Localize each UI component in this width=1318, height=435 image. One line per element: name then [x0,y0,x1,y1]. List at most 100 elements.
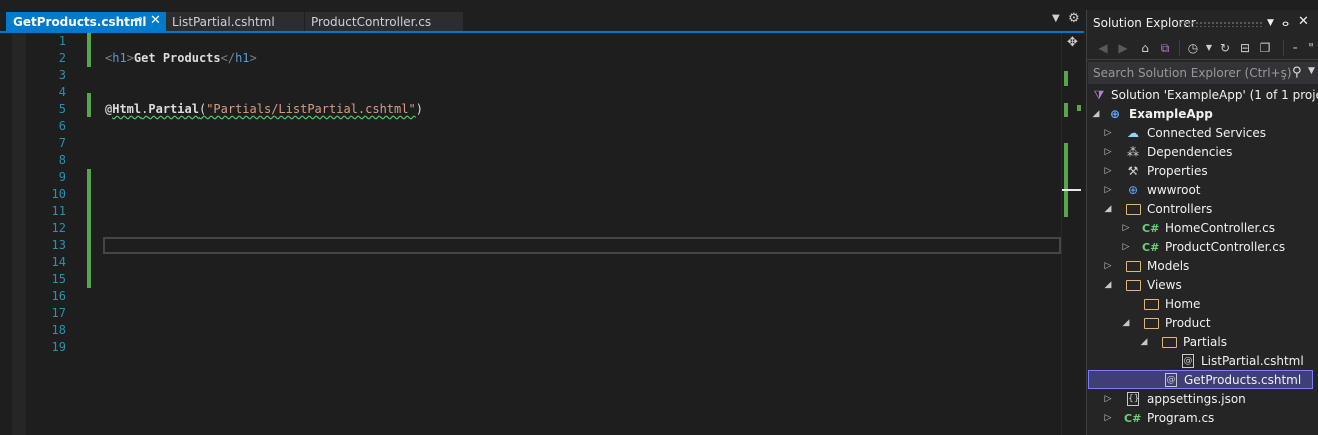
tree-item-homecontroller[interactable]: ▷ C# HomeController.cs [1087,219,1318,238]
properties-icon: ⚒ [1127,164,1139,178]
tree-item-dependencies[interactable]: ▷ ⁂ Dependencies [1087,143,1318,162]
tab-overflow-dropdown-icon[interactable]: ▼ [1052,13,1060,24]
expanded-arrow-icon[interactable]: ◢ [1103,200,1113,219]
line-number-gutter: 1 2 3 4 5 6 7 8 9 10 11 12 13 14 15 16 1… [26,33,74,435]
tree-item-wwwroot[interactable]: ▷ ⊕ wwwroot [1087,181,1318,200]
tree-item-label: Program.cs [1147,411,1215,425]
collapsed-arrow-icon[interactable]: ▷ [1103,143,1113,162]
refresh-icon[interactable]: ↻ [1217,40,1233,56]
collapsed-arrow-icon[interactable]: ▷ [1103,409,1113,428]
dependencies-icon: ⁂ [1127,145,1139,159]
pin-icon[interactable]: ⊸ [134,14,146,28]
csharp-file-icon: C# [1142,222,1160,235]
drag-grip[interactable] [1179,21,1263,27]
tree-item-label: Models [1147,259,1190,273]
tree-item-home-folder[interactable]: Home [1087,295,1318,314]
tree-item-label: ExampleApp [1129,107,1213,121]
line-number: 7 [58,136,66,150]
tree-item-controllers[interactable]: ◢ Controllers [1087,200,1318,219]
tree-item-label: GetProducts.cshtml [1184,373,1302,387]
dropdown-icon[interactable]: ▼ [1267,18,1274,28]
vertical-scrollbar[interactable]: ✥ [1061,33,1082,435]
csharp-file-icon: C# [1142,241,1160,254]
tree-item-appsettings[interactable]: ▷ {} appsettings.json [1087,390,1318,409]
line-number: 1 [58,34,66,48]
scrollbar-change-mark [1064,71,1068,86]
split-window-icon[interactable]: ✥ [1065,35,1080,50]
tree-item-project[interactable]: ◢ ⊕ ExampleApp [1087,105,1318,124]
razor-string: "Partials/ListPartial.cshtml" [206,102,416,116]
line-number: 12 [51,221,66,235]
pending-changes-filter-icon[interactable]: ◷ [1185,40,1201,56]
collapsed-arrow-icon[interactable]: ▷ [1103,257,1113,276]
change-indicator [87,33,91,67]
more-icon[interactable]: " [1303,40,1318,56]
line-number: 13 [51,238,66,252]
line-number: 18 [51,323,66,337]
scrollbar-caret-mark [1062,189,1081,191]
solution-explorer-title-bar[interactable]: Solution Explorer ▼ ⴰ ✕ [1087,13,1318,33]
close-icon[interactable]: ✕ [1298,14,1309,29]
collapsed-arrow-icon[interactable]: ▷ [1121,238,1131,257]
tree-item-solution[interactable]: ⧩ Solution 'ExampleApp' (1 of 1 project) [1087,86,1318,105]
tree-item-label: Controllers [1147,202,1213,216]
html-tag: h1 [112,51,127,65]
razor-method: Partial [148,102,199,116]
search-input[interactable]: Search Solution Explorer (Ctrl+ş) ⚲ ▼ [1088,62,1318,84]
tree-item-models[interactable]: ▷ Models [1087,257,1318,276]
gear-icon[interactable]: ⚙ [1068,11,1080,26]
html-bracket: > [249,51,257,65]
tab-listpartial[interactable]: ListPartial.cshtml [166,12,304,31]
tree-item-label: Partials [1183,335,1227,349]
tree-item-productcontroller[interactable]: ▷ C# ProductController.cs [1087,238,1318,257]
tree-item-product-folder[interactable]: ◢ Product [1087,314,1318,333]
folder-open-icon [1126,280,1141,291]
collapsed-arrow-icon[interactable]: ▷ [1103,162,1113,181]
forward-icon[interactable]: ▶ [1115,40,1131,56]
razor-file-icon: @ [1182,354,1194,368]
html-bracket: > [126,51,134,65]
code-editor[interactable]: 1 2 3 4 5 6 7 8 9 10 11 12 13 14 15 16 1… [0,33,1084,435]
tree-item-partials-folder[interactable]: ◢ Partials [1087,333,1318,352]
tree-item-label: Home [1165,297,1201,311]
folder-icon [1144,299,1159,310]
collapse-all-icon[interactable]: ⊟ [1237,40,1253,56]
chevron-down-icon[interactable]: ▼ [1201,40,1217,56]
search-icon[interactable]: ⚲ [1292,65,1302,80]
tree-item-listpartial[interactable]: @ ListPartial.cshtml [1087,352,1318,371]
tree-item-views[interactable]: ◢ Views [1087,276,1318,295]
line-number: 8 [58,153,66,167]
line-number: 9 [58,170,66,184]
razor-identifier: Html [112,102,142,116]
back-icon[interactable]: ◀ [1095,40,1111,56]
show-all-files-icon[interactable]: ❐ [1257,40,1273,56]
tree-item-program[interactable]: ▷ C# Program.cs [1087,409,1318,428]
tab-productcontroller[interactable]: ProductController.cs [305,12,463,31]
folder-open-icon [1144,318,1159,329]
expanded-arrow-icon[interactable]: ◢ [1139,333,1149,352]
tab-getproducts[interactable]: GetProducts.cshtml ⊸ ✕ [6,12,166,31]
code-line[interactable]: <h1>Get Products</h1> [105,50,257,67]
collapsed-arrow-icon[interactable]: ▷ [1103,181,1113,200]
line-number: 16 [51,289,66,303]
tree-item-connected-services[interactable]: ▷ ☁ Connected Services [1087,124,1318,143]
tree-item-getproducts[interactable]: @ GetProducts.cshtml [1088,370,1313,389]
expanded-arrow-icon[interactable]: ◢ [1091,105,1101,124]
solution-icon: ⧩ [1093,88,1105,102]
collapsed-arrow-icon[interactable]: ▷ [1103,124,1113,143]
folder-open-icon [1126,204,1141,215]
expanded-arrow-icon[interactable]: ◢ [1103,276,1113,295]
pin-icon[interactable]: ⴰ [1282,16,1289,29]
chevron-down-icon[interactable]: ▼ [1308,66,1315,76]
tab-label: ProductController.cs [311,14,432,29]
tree-item-label: Properties [1147,164,1208,178]
switch-views-icon[interactable]: ⧉ [1157,40,1173,56]
close-icon[interactable]: ✕ [150,13,162,29]
line-number: 6 [58,119,66,133]
home-icon[interactable]: ⌂ [1137,40,1153,56]
collapsed-arrow-icon[interactable]: ▷ [1103,390,1113,409]
tree-item-properties[interactable]: ▷ ⚒ Properties [1087,162,1318,181]
expanded-arrow-icon[interactable]: ◢ [1121,314,1131,333]
code-line[interactable]: @Html.Partial("Partials/ListPartial.csht… [105,101,423,118]
collapsed-arrow-icon[interactable]: ▷ [1121,219,1131,238]
